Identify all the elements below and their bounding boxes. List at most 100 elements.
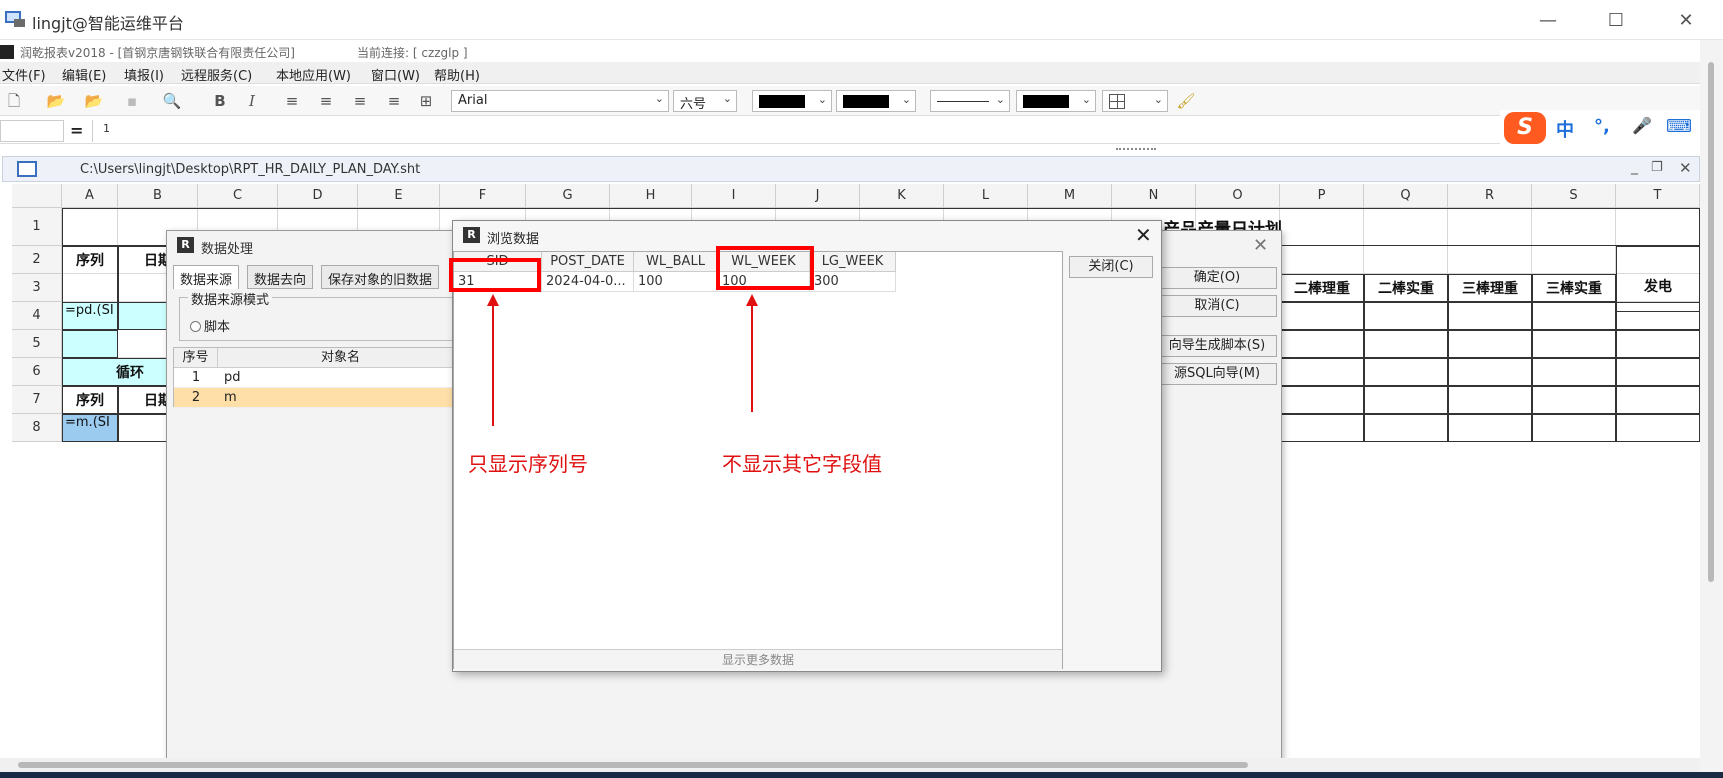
- doc-restore-icon[interactable]: ❐: [1651, 160, 1663, 175]
- sheet-cell[interactable]: [1448, 246, 1532, 274]
- ok-button[interactable]: 确定(O): [1157, 267, 1277, 289]
- open-remote-icon[interactable]: 📂: [84, 91, 104, 111]
- open-folder-icon[interactable]: 📂: [46, 91, 66, 111]
- font-color-picker[interactable]: ⌄: [752, 90, 832, 112]
- microphone-icon[interactable]: 🎤: [1632, 116, 1652, 135]
- sheet-cell[interactable]: [1364, 302, 1448, 330]
- keyboard-icon[interactable]: ⌨: [1666, 116, 1692, 137]
- row-header-5[interactable]: 5: [12, 330, 62, 358]
- menu-remote[interactable]: 远程服务(C): [181, 65, 252, 84]
- menu-window[interactable]: 窗口(W): [371, 65, 420, 84]
- row-header-6[interactable]: 6: [12, 358, 62, 386]
- cell-post-date[interactable]: 2024-04-0...: [542, 272, 634, 292]
- sheet-cell[interactable]: [1280, 246, 1364, 274]
- header-xulie-2[interactable]: 序列: [62, 386, 118, 414]
- column-header-c[interactable]: C: [198, 184, 278, 208]
- cell-lg-week[interactable]: 300: [810, 272, 896, 292]
- sheet-cell[interactable]: [1616, 386, 1700, 414]
- formula-input[interactable]: 1: [92, 120, 1692, 142]
- column-header-o[interactable]: O: [1196, 184, 1280, 208]
- sheet-cell[interactable]: [1616, 302, 1700, 330]
- table-row[interactable]: 1 pd: [174, 368, 464, 388]
- row-header-7[interactable]: 7: [12, 386, 62, 414]
- menu-local[interactable]: 本地应用(W): [276, 65, 351, 84]
- sheet-cell[interactable]: [1616, 330, 1700, 358]
- ime-lang-toggle[interactable]: 中: [1556, 116, 1574, 142]
- tab-save-old-data[interactable]: 保存对象的旧数据: [321, 265, 440, 289]
- save-icon[interactable]: ▪: [122, 91, 142, 111]
- close-icon[interactable]: ✕: [1253, 235, 1268, 256]
- column-header-b[interactable]: B: [118, 184, 198, 208]
- sql-wizard-button[interactable]: 源SQL向导(M): [1157, 363, 1277, 385]
- sheet-cell[interactable]: [1532, 302, 1616, 330]
- column-header-f[interactable]: F: [440, 184, 526, 208]
- column-header-g[interactable]: G: [526, 184, 610, 208]
- doc-close-icon[interactable]: ✕: [1679, 159, 1692, 177]
- cell-a5[interactable]: [62, 330, 118, 358]
- doc-minimize-icon[interactable]: _: [1631, 159, 1638, 175]
- column-header-j[interactable]: J: [776, 184, 860, 208]
- justify-icon[interactable]: ≡: [384, 91, 404, 111]
- sogou-logo-icon[interactable]: S: [1504, 112, 1546, 144]
- scroll-thumb[interactable]: [18, 762, 1248, 768]
- horizontal-scrollbar[interactable]: [0, 758, 1700, 772]
- sheet-cell[interactable]: [1364, 414, 1448, 442]
- column-header-t[interactable]: T: [1616, 184, 1700, 208]
- column-header-i[interactable]: I: [692, 184, 776, 208]
- bold-icon[interactable]: B: [210, 91, 230, 111]
- column-header-p[interactable]: P: [1280, 184, 1364, 208]
- splitter-handle[interactable]: [1116, 148, 1156, 152]
- sheet-cell[interactable]: [1364, 330, 1448, 358]
- sheet-cell[interactable]: [1532, 358, 1616, 386]
- table-row-selected[interactable]: 2 m: [174, 388, 464, 408]
- scroll-thumb[interactable]: [1708, 62, 1714, 582]
- font-family-select[interactable]: Arial ⌄: [451, 90, 669, 112]
- column-header-s[interactable]: S: [1532, 184, 1616, 208]
- header-erbang-lizhong[interactable]: 二棒理重: [1280, 274, 1364, 302]
- sheet-corner[interactable]: [12, 184, 62, 208]
- align-left-icon[interactable]: ≡: [282, 91, 302, 111]
- row-header-3[interactable]: 3: [12, 274, 62, 302]
- sheet-cell[interactable]: [1280, 302, 1364, 330]
- minimize-icon[interactable]: —: [1528, 6, 1568, 34]
- column-header-a[interactable]: A: [62, 184, 118, 208]
- header-sanbang-shizhong[interactable]: 三棒实重: [1532, 274, 1616, 302]
- sheet-cell[interactable]: [1448, 302, 1532, 330]
- column-header-e[interactable]: E: [358, 184, 440, 208]
- row-header-1[interactable]: 1: [12, 208, 62, 246]
- cell-a4-formula[interactable]: =pd.(SI: [62, 302, 118, 330]
- column-header-r[interactable]: R: [1448, 184, 1532, 208]
- sheet-cell[interactable]: [1532, 414, 1616, 442]
- script-radio[interactable]: 脚本: [190, 316, 230, 335]
- align-right-icon[interactable]: ≡: [350, 91, 370, 111]
- format-brush-icon[interactable]: 🖌: [1176, 91, 1196, 111]
- row-header-4[interactable]: 4: [12, 302, 62, 330]
- header-erbang-shizhong[interactable]: 二棒实重: [1364, 274, 1448, 302]
- column-header-q[interactable]: Q: [1364, 184, 1448, 208]
- cell-reference-box[interactable]: [0, 120, 64, 142]
- sheet-cell[interactable]: [1280, 386, 1364, 414]
- close-icon[interactable]: ✕: [1135, 223, 1152, 247]
- column-header-d[interactable]: D: [278, 184, 358, 208]
- cancel-button[interactable]: 取消(C): [1157, 295, 1277, 317]
- new-file-icon[interactable]: 🗋: [4, 91, 24, 111]
- sheet-cell[interactable]: [1280, 414, 1364, 442]
- column-header-n[interactable]: N: [1112, 184, 1196, 208]
- sheet-cell[interactable]: [1532, 246, 1616, 274]
- sheet-cell[interactable]: [1448, 386, 1532, 414]
- column-header-l[interactable]: L: [944, 184, 1028, 208]
- merge-cells-icon[interactable]: ⊞: [416, 91, 436, 111]
- row-header-8[interactable]: 8: [12, 414, 62, 442]
- italic-icon[interactable]: I: [242, 91, 262, 111]
- sheet-cell[interactable]: [1616, 414, 1700, 442]
- sheet-cell[interactable]: [1532, 386, 1616, 414]
- tab-data-source[interactable]: 数据来源: [173, 265, 240, 289]
- align-center-icon[interactable]: ≡: [316, 91, 336, 111]
- sheet-cell[interactable]: [1616, 358, 1700, 386]
- sheet-cell[interactable]: [1280, 358, 1364, 386]
- border-style-picker[interactable]: ⌄: [1102, 90, 1168, 112]
- wizard-script-button[interactable]: 向导生成脚本(S): [1157, 335, 1277, 357]
- sheet-cell[interactable]: [1448, 414, 1532, 442]
- fill-color-picker[interactable]: ⌄: [836, 90, 916, 112]
- sheet-cell[interactable]: [1448, 358, 1532, 386]
